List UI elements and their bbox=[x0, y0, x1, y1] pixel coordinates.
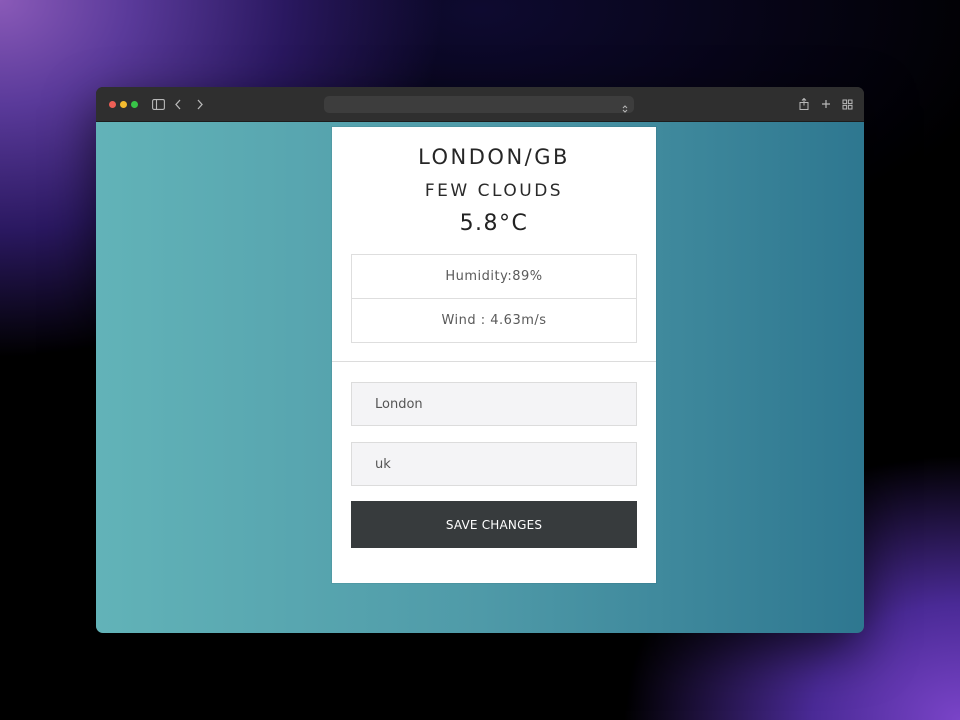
weather-description: FEW CLOUDS bbox=[424, 181, 564, 201]
forward-icon[interactable] bbox=[192, 96, 208, 112]
humidity-item: Humidity:89% bbox=[445, 269, 543, 284]
location-title: LONDON/GB bbox=[418, 145, 570, 169]
minimize-window-button[interactable] bbox=[120, 101, 127, 108]
browser-window: LONDON/GB FEW CLOUDS 5.8°C Humidity:89% … bbox=[96, 87, 864, 633]
city-input[interactable] bbox=[351, 382, 637, 426]
close-window-button[interactable] bbox=[109, 101, 116, 108]
address-bar[interactable] bbox=[324, 96, 634, 113]
page-viewport: LONDON/GB FEW CLOUDS 5.8°C Humidity:89% … bbox=[96, 122, 864, 633]
card-divider bbox=[332, 361, 656, 362]
save-changes-button[interactable]: SAVE CHANGES bbox=[351, 501, 637, 548]
back-icon[interactable] bbox=[170, 96, 186, 112]
weather-card: LONDON/GB FEW CLOUDS 5.8°C Humidity:89% … bbox=[332, 127, 656, 583]
maximize-window-button[interactable] bbox=[131, 101, 138, 108]
share-icon[interactable] bbox=[796, 96, 812, 112]
sidebar-toggle-icon[interactable] bbox=[150, 96, 166, 112]
country-input[interactable] bbox=[351, 442, 637, 486]
tab-overview-icon[interactable] bbox=[839, 96, 855, 112]
temperature: 5.8°C bbox=[459, 211, 529, 236]
weather-details-list: Humidity:89% Wind : 4.63m/s bbox=[351, 254, 637, 343]
new-tab-icon[interactable] bbox=[818, 96, 834, 112]
address-menu-icon[interactable] bbox=[622, 99, 628, 118]
wind-item: Wind : 4.63m/s bbox=[352, 298, 636, 342]
browser-toolbar bbox=[96, 87, 864, 122]
